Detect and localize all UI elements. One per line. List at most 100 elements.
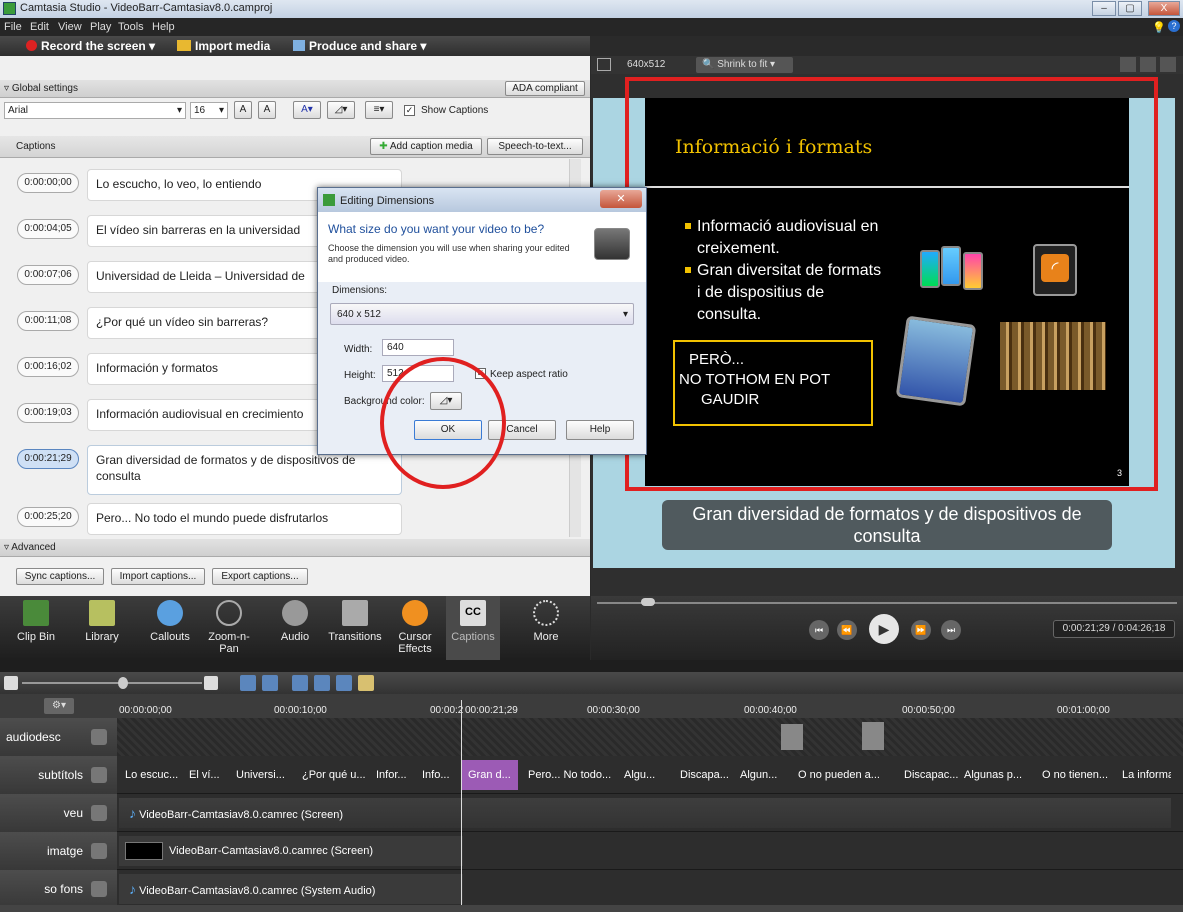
caption-clip[interactable]: Discapa... (674, 760, 734, 790)
zoom-slider-handle[interactable] (118, 677, 128, 689)
menu-edit[interactable]: Edit (30, 21, 49, 33)
zoom-out-icon[interactable] (4, 676, 18, 690)
width-input[interactable]: 640 (382, 339, 454, 356)
ada-compliant-button[interactable]: ADA compliant (505, 81, 585, 96)
caption-clip[interactable]: Universi... (230, 760, 294, 790)
tip-bulb-icon[interactable]: 💡 (1152, 21, 1166, 34)
tab-library[interactable]: Library (80, 596, 124, 660)
gear-icon[interactable]: ⚙▾ (44, 698, 74, 714)
playback-scrubber[interactable] (597, 602, 1177, 604)
detach-icon[interactable] (1160, 57, 1176, 72)
maximize-button[interactable]: ▢ (1118, 1, 1142, 16)
fill-color-icon[interactable]: ◿▾ (327, 101, 355, 119)
caption-clip[interactable]: Algunas p... (958, 760, 1036, 790)
paste-icon[interactable] (358, 675, 374, 691)
global-settings-header[interactable]: ▿ Global settings ADA compliant (0, 80, 590, 98)
menu-view[interactable]: View (58, 21, 82, 33)
menu-file[interactable]: File (4, 21, 22, 33)
minimize-button[interactable]: – (1092, 1, 1116, 16)
tab-captions[interactable]: CC Captions (446, 596, 500, 660)
scrubber-handle[interactable] (641, 598, 655, 606)
help-button[interactable]: Help (566, 420, 634, 440)
dimensions-dropdown[interactable]: 640 x 512 ▾ (330, 303, 634, 325)
split-icon[interactable] (314, 675, 330, 691)
export-captions-button[interactable]: Export captions... (212, 568, 308, 585)
caption-text[interactable]: Pero... No todo el mundo puede disfrutar… (87, 503, 402, 535)
lock-icon[interactable] (91, 805, 107, 821)
caption-clip[interactable]: Infor... (370, 760, 414, 790)
caption-time[interactable]: 0:00:25;20 (17, 507, 79, 527)
fast-forward-icon[interactable]: ⏩ (911, 620, 931, 640)
decrease-font-icon[interactable]: A (258, 101, 276, 119)
audio-clip[interactable] (862, 722, 884, 750)
menu-play[interactable]: Play (90, 21, 111, 33)
caption-clip[interactable]: ¿Por qué u... (296, 760, 370, 790)
zoom-slider[interactable] (22, 682, 202, 684)
caption-time[interactable]: 0:00:00;00 (17, 173, 79, 193)
undo-icon[interactable] (240, 675, 256, 691)
menu-tools[interactable]: Tools (118, 21, 144, 33)
lock-icon[interactable] (91, 767, 107, 783)
timeline-ruler[interactable]: 00:00:00;00 00:00:10;00 00:00:2 00:00:21… (117, 694, 1183, 718)
record-screen-button[interactable]: Record the screen ▾ (26, 39, 155, 53)
caption-time[interactable]: 0:00:21;29 (17, 449, 79, 469)
audio-clip[interactable] (781, 724, 803, 750)
caption-time[interactable]: 0:00:19;03 (17, 403, 79, 423)
cut-icon[interactable] (292, 675, 308, 691)
font-size-dropdown[interactable]: 16 ▾ (190, 102, 228, 119)
caption-clip[interactable]: O no tienen... (1036, 760, 1114, 790)
caption-clip[interactable]: La informa (1116, 760, 1171, 790)
timeline-horizontal-scrollbar[interactable] (0, 905, 1183, 912)
tab-cursor-effects[interactable]: Cursor Effects (392, 596, 438, 660)
playhead[interactable] (461, 700, 462, 905)
caption-time[interactable]: 0:00:07;06 (17, 265, 79, 285)
audio-clip[interactable]: ♪ VideoBarr-Camtasiav8.0.camrec (Screen) (119, 798, 1171, 828)
menu-help[interactable]: Help (152, 21, 175, 33)
tab-clip-bin[interactable]: Clip Bin (14, 596, 58, 660)
import-captions-button[interactable]: Import captions... (111, 568, 205, 585)
caption-clip[interactable]: El ví... (183, 760, 228, 790)
caption-clip[interactable]: Algu... (618, 760, 672, 790)
audio-clip[interactable]: ♪ VideoBarr-Camtasiav8.0.camrec (System … (119, 874, 463, 904)
tab-audio[interactable]: Audio (274, 596, 316, 660)
lock-icon[interactable] (91, 729, 107, 745)
tab-zoom-n-pan[interactable]: Zoom-n-Pan (206, 596, 252, 660)
align-icon[interactable]: ≡▾ (365, 101, 393, 119)
show-captions-checkbox[interactable]: ✓ (404, 105, 415, 116)
dimension-label[interactable]: 640x512 (627, 59, 665, 70)
zoom-in-icon[interactable] (204, 676, 218, 690)
tab-more[interactable]: More (520, 596, 572, 660)
caption-clip[interactable]: Discapac... (898, 760, 958, 790)
produce-share-button[interactable]: Produce and share ▾ (293, 39, 426, 53)
add-caption-media-button[interactable]: ✚ Add caption media (370, 138, 482, 155)
rewind-icon[interactable]: ⏪ (837, 620, 857, 640)
help-icon[interactable]: ? (1168, 20, 1180, 32)
play-icon[interactable]: ▶ (869, 614, 899, 644)
video-clip[interactable]: VideoBarr-Camtasiav8.0.camrec (Screen) (119, 836, 463, 866)
caption-time[interactable]: 0:00:16;02 (17, 357, 79, 377)
caption-time[interactable]: 0:00:04;05 (17, 219, 79, 239)
import-media-button[interactable]: Import media (177, 39, 270, 53)
sync-captions-button[interactable]: Sync captions... (16, 568, 104, 585)
caption-clip[interactable]: Info... (416, 760, 460, 790)
caption-clip[interactable]: Lo escuc... (119, 760, 179, 790)
next-clip-icon[interactable]: ⏭ (941, 620, 961, 640)
fullscreen-icon[interactable] (1140, 57, 1156, 72)
caption-row[interactable]: 0:00:25;20 Pero... No todo el mundo puede… (0, 497, 585, 537)
increase-font-icon[interactable]: A (234, 101, 252, 119)
caption-clip[interactable]: Algun... (734, 760, 790, 790)
font-color-icon[interactable]: A▾ (293, 101, 321, 119)
advanced-header[interactable]: ▿ Advanced (0, 539, 590, 557)
hand-icon[interactable] (1120, 57, 1136, 72)
caption-clip[interactable]: O no pueden a... (792, 760, 896, 790)
splitter[interactable] (0, 660, 1183, 672)
zoom-dropdown[interactable]: 🔍 Shrink to fit ▾ (696, 57, 793, 73)
caption-clip-selected[interactable]: Gran d... (462, 760, 518, 790)
tab-transitions[interactable]: Transitions (323, 596, 387, 660)
lock-icon[interactable] (91, 843, 107, 859)
tab-callouts[interactable]: Callouts (148, 596, 192, 660)
dialog-close-button[interactable]: ✕ (600, 190, 642, 208)
crop-icon[interactable] (597, 58, 611, 71)
previous-clip-icon[interactable]: ⏮ (809, 620, 829, 640)
speech-to-text-button[interactable]: Speech-to-text... (487, 138, 583, 155)
